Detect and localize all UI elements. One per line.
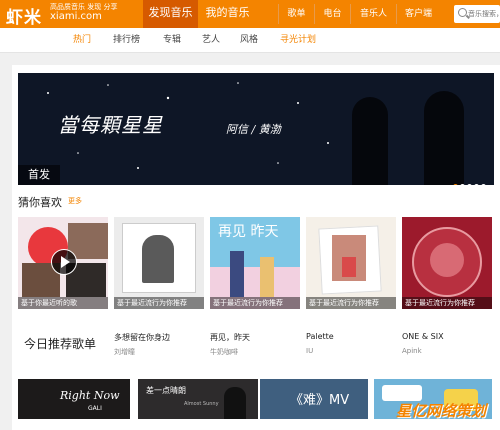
banner-dot[interactable] bbox=[460, 184, 465, 185]
card-artist[interactable]: Apink bbox=[402, 347, 422, 355]
play-icon[interactable] bbox=[51, 249, 77, 275]
recommend-card[interactable]: 再见 昨天 基于最近流行为你推荐 bbox=[210, 217, 300, 309]
subnav-artists[interactable]: 艺人 bbox=[202, 28, 220, 53]
album-art-text: 再见 昨天 bbox=[218, 224, 279, 240]
nav-playlists[interactable]: 歌单 bbox=[278, 4, 314, 24]
logo-tagline: 高品质音乐 发现 分享 xiami.com bbox=[50, 3, 117, 22]
feature-card-art bbox=[382, 385, 422, 401]
top-bar: 虾米 高品质音乐 发现 分享 xiami.com 发现音乐 我的音乐 歌单 电台… bbox=[0, 0, 500, 28]
card-artist[interactable]: 牛奶咖啡 bbox=[210, 347, 238, 357]
card-name[interactable]: Palette bbox=[306, 332, 334, 341]
subnav-albums[interactable]: 专辑 bbox=[163, 28, 181, 53]
banner-artist: 阿信 / 黄渤 bbox=[226, 123, 281, 136]
banner-dot[interactable] bbox=[474, 184, 479, 185]
logo-domain: xiami.com bbox=[50, 11, 102, 22]
daily-playlist-label[interactable]: 今日推荐歌单 bbox=[24, 335, 96, 352]
recommend-card[interactable]: 基于最近流行为你推荐 bbox=[114, 217, 204, 309]
feature-card-title: Right Now bbox=[60, 389, 120, 402]
banner-tag: 首发 bbox=[18, 165, 60, 185]
feature-card[interactable]: Right Now GALI bbox=[18, 379, 130, 419]
tab-discover-music[interactable]: 发现音乐 bbox=[143, 0, 198, 28]
feature-card-tag: GALI bbox=[88, 405, 102, 412]
feature-card-art bbox=[224, 387, 246, 419]
card-name[interactable]: 再见，昨天 bbox=[210, 332, 250, 343]
banner-dot[interactable] bbox=[481, 184, 486, 185]
main-content: 當每顆星星 阿信 / 黄渤 首发 猜你喜欢 更多 基于你最近听的歌 今日推荐歌单… bbox=[12, 65, 500, 430]
card-name[interactable]: ONE & SIX bbox=[402, 332, 444, 341]
card-caption: 基于最近流行为你推荐 bbox=[306, 297, 396, 309]
album-art bbox=[342, 257, 356, 277]
nav-client[interactable]: 客户端 bbox=[396, 4, 440, 24]
artist-figure-2 bbox=[424, 91, 464, 185]
album-art bbox=[142, 235, 174, 283]
feature-card-title: 《难》MV bbox=[290, 393, 350, 408]
sub-navigation: 热门 排行榜 专辑 艺人 风格 寻光计划 bbox=[0, 28, 500, 53]
search-box[interactable] bbox=[454, 5, 500, 23]
featured-banner[interactable]: 當每顆星星 阿信 / 黄渤 首发 bbox=[18, 73, 494, 185]
section-title-recommend: 猜你喜欢 bbox=[18, 196, 62, 209]
album-art bbox=[260, 257, 274, 297]
card-artist[interactable]: 刘增瞳 bbox=[114, 347, 135, 357]
tab-my-music[interactable]: 我的音乐 bbox=[200, 0, 255, 28]
feature-card[interactable]: 《难》MV bbox=[260, 379, 368, 419]
album-art bbox=[430, 243, 464, 277]
feature-card[interactable]: 差一点晴朗 Almost Sunny bbox=[138, 379, 258, 419]
subnav-light-plan[interactable]: 寻光计划 bbox=[280, 28, 316, 53]
album-art bbox=[230, 251, 244, 297]
recommend-card[interactable]: 基于最近流行为你推荐 bbox=[402, 217, 492, 309]
artist-figure-1 bbox=[352, 97, 388, 185]
recommend-card[interactable]: 基于最近流行为你推荐 bbox=[306, 217, 396, 309]
banner-dot[interactable] bbox=[467, 184, 472, 185]
watermark: 星亿网络策划 bbox=[396, 402, 487, 420]
card-artist[interactable]: IU bbox=[306, 347, 313, 355]
banner-dot[interactable] bbox=[453, 184, 458, 185]
feature-card-tag: Almost Sunny bbox=[184, 401, 219, 407]
card-name[interactable]: 多想留在你身边 bbox=[114, 332, 170, 343]
feature-card-title: 差一点晴朗 bbox=[146, 386, 186, 395]
card-caption: 基于最近流行为你推荐 bbox=[402, 297, 492, 309]
banner-pagination bbox=[451, 174, 486, 185]
more-link[interactable]: 更多 bbox=[68, 196, 82, 206]
site-logo[interactable]: 虾米 bbox=[6, 3, 42, 28]
banner-title: 當每顆星星 bbox=[58, 113, 163, 137]
subnav-charts[interactable]: 排行榜 bbox=[113, 28, 140, 53]
search-icon bbox=[458, 8, 467, 17]
nav-radio[interactable]: 电台 bbox=[314, 4, 350, 24]
recommend-card[interactable]: 基于你最近听的歌 bbox=[18, 217, 108, 309]
card-caption: 基于最近流行为你推荐 bbox=[210, 297, 300, 309]
card-caption: 基于你最近听的歌 bbox=[18, 297, 108, 309]
nav-musicians[interactable]: 音乐人 bbox=[350, 4, 396, 24]
subnav-hot[interactable]: 热门 bbox=[73, 28, 91, 53]
search-input[interactable] bbox=[468, 7, 500, 21]
subnav-genres[interactable]: 风格 bbox=[240, 28, 258, 53]
card-caption: 基于最近流行为你推荐 bbox=[114, 297, 204, 309]
